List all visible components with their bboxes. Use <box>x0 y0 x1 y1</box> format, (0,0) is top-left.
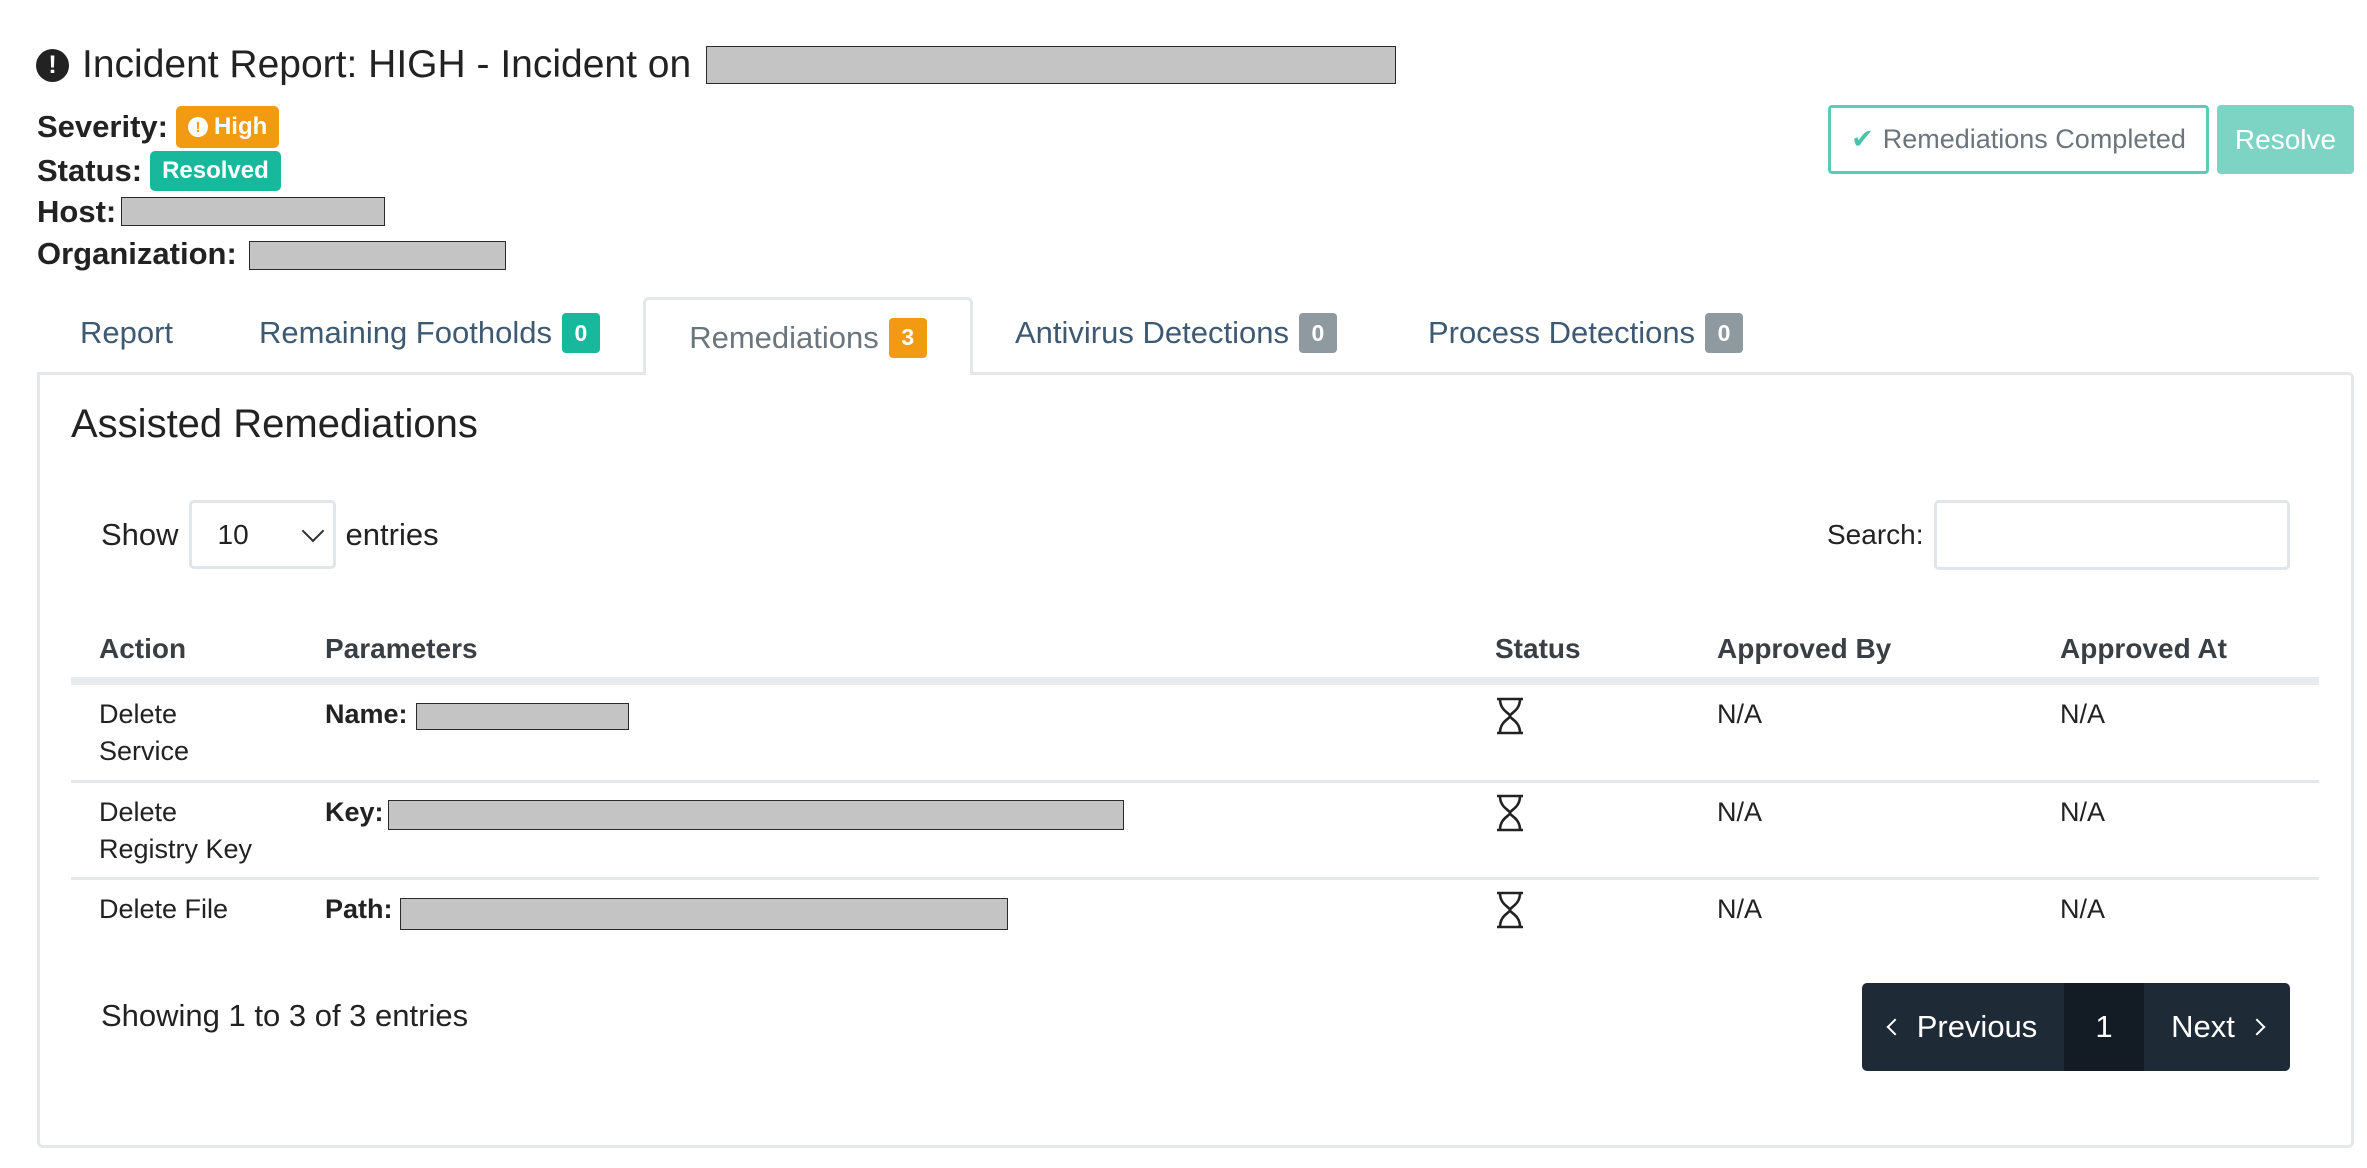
organization-label: Organization: <box>37 236 237 271</box>
column-header-approved-at[interactable]: Approved At <box>2060 633 2227 665</box>
column-header-action[interactable]: Action <box>99 633 186 665</box>
column-header-parameters[interactable]: Parameters <box>325 633 478 665</box>
count-badge: 0 <box>1298 313 1337 353</box>
count-badge: 0 <box>1705 313 1744 353</box>
row-approved-at: N/A <box>2060 699 2106 729</box>
row-approved-by: N/A <box>1717 797 1763 827</box>
status-row: Status: Resolved <box>37 151 281 191</box>
count-badge: 0 <box>561 313 600 353</box>
next-page-button[interactable]: Next <box>2144 983 2290 1071</box>
chevron-down-icon <box>301 519 324 542</box>
table-header-divider <box>71 677 2319 685</box>
row-approved-at: N/A <box>2060 797 2106 827</box>
column-header-status[interactable]: Status <box>1495 633 1581 665</box>
previous-page-button[interactable]: Previous <box>1862 983 2064 1071</box>
resolve-button[interactable]: Resolve <box>2217 105 2354 174</box>
row-param-key: Key: <box>325 797 384 827</box>
table-info: Showing 1 to 3 of 3 entries <box>101 998 469 1033</box>
row-approved-by: N/A <box>1717 894 1763 924</box>
page-length-control: Show 10 entries <box>101 500 439 569</box>
hourglass-icon <box>1497 891 1523 929</box>
severity-badge: ! High <box>175 106 280 148</box>
row-approved-at: N/A <box>2060 894 2106 924</box>
tab-remediations[interactable]: Remediations 3 <box>643 297 973 375</box>
severity-label: Severity: <box>37 109 168 144</box>
tab-label: Remediations <box>689 319 879 355</box>
host-row: Host: <box>37 192 116 232</box>
redacted-host <box>121 197 385 226</box>
hourglass-icon <box>1497 794 1523 832</box>
check-icon: ✔ <box>1851 124 1874 154</box>
show-label: Show <box>101 516 179 552</box>
previous-label: Previous <box>1916 1009 2038 1044</box>
search-label: Search: <box>1827 518 1924 550</box>
entries-label: entries <box>345 516 439 552</box>
redacted-param-value <box>416 703 629 730</box>
section-title: Assisted Remediations <box>71 402 478 446</box>
tab-label: Process Detections <box>1428 315 1696 350</box>
tab-remaining-footholds[interactable]: Remaining Footholds 0 <box>259 298 600 368</box>
page-button-1[interactable]: 1 <box>2064 983 2144 1071</box>
tab-label: Remaining Footholds <box>259 315 552 350</box>
chevron-left-icon <box>1886 1018 1904 1036</box>
row-approved-by: N/A <box>1717 699 1763 729</box>
row-action: Delete File <box>99 894 229 924</box>
page-length-value: 10 <box>217 518 249 550</box>
status-badge: Resolved <box>150 151 281 191</box>
remediations-completed-label: Remediations Completed <box>1882 124 2186 154</box>
page-title: ! Incident Report: HIGH - Incident on <box>36 38 691 92</box>
exclamation-circle-icon: ! <box>36 48 69 82</box>
row-param-key: Name: <box>325 699 408 729</box>
redacted-param-value <box>400 898 1008 930</box>
exclamation-circle-icon: ! <box>187 117 208 137</box>
redacted-param-value <box>388 800 1124 830</box>
severity-row: Severity: ! High <box>37 106 280 148</box>
next-label: Next <box>2171 1009 2235 1044</box>
row-action: Delete Service <box>99 699 190 766</box>
tab-antivirus-detections[interactable]: Antivirus Detections 0 <box>1015 298 1337 368</box>
pagination: Previous 1 Next <box>1862 983 2290 1071</box>
search-input[interactable] <box>1934 500 2290 570</box>
redacted-organization <box>249 241 506 270</box>
host-label: Host: <box>37 194 117 229</box>
severity-value: High <box>213 113 268 140</box>
column-header-approved-by[interactable]: Approved By <box>1717 633 1891 665</box>
organization-row: Organization: <box>37 234 237 274</box>
tab-process-detections[interactable]: Process Detections 0 <box>1428 298 1744 368</box>
row-divider <box>71 780 2319 783</box>
page-length-select[interactable]: 10 <box>188 500 336 569</box>
tab-report[interactable]: Report <box>80 298 173 368</box>
tab-label: Antivirus Detections <box>1015 315 1289 350</box>
status-label: Status: <box>37 153 143 188</box>
row-param-key: Path: <box>325 894 393 924</box>
row-divider <box>71 877 2319 880</box>
row-action: Delete Registry Key <box>99 797 253 864</box>
hourglass-icon <box>1497 697 1523 735</box>
count-badge: 3 <box>888 317 927 358</box>
chevron-right-icon <box>2248 1018 2266 1036</box>
remediations-completed-button[interactable]: ✔ Remediations Completed <box>1828 105 2209 174</box>
tab-label: Report <box>80 315 174 350</box>
page-title-text: Incident Report: HIGH - Incident on <box>82 43 692 86</box>
redacted-incident-host <box>706 46 1396 84</box>
